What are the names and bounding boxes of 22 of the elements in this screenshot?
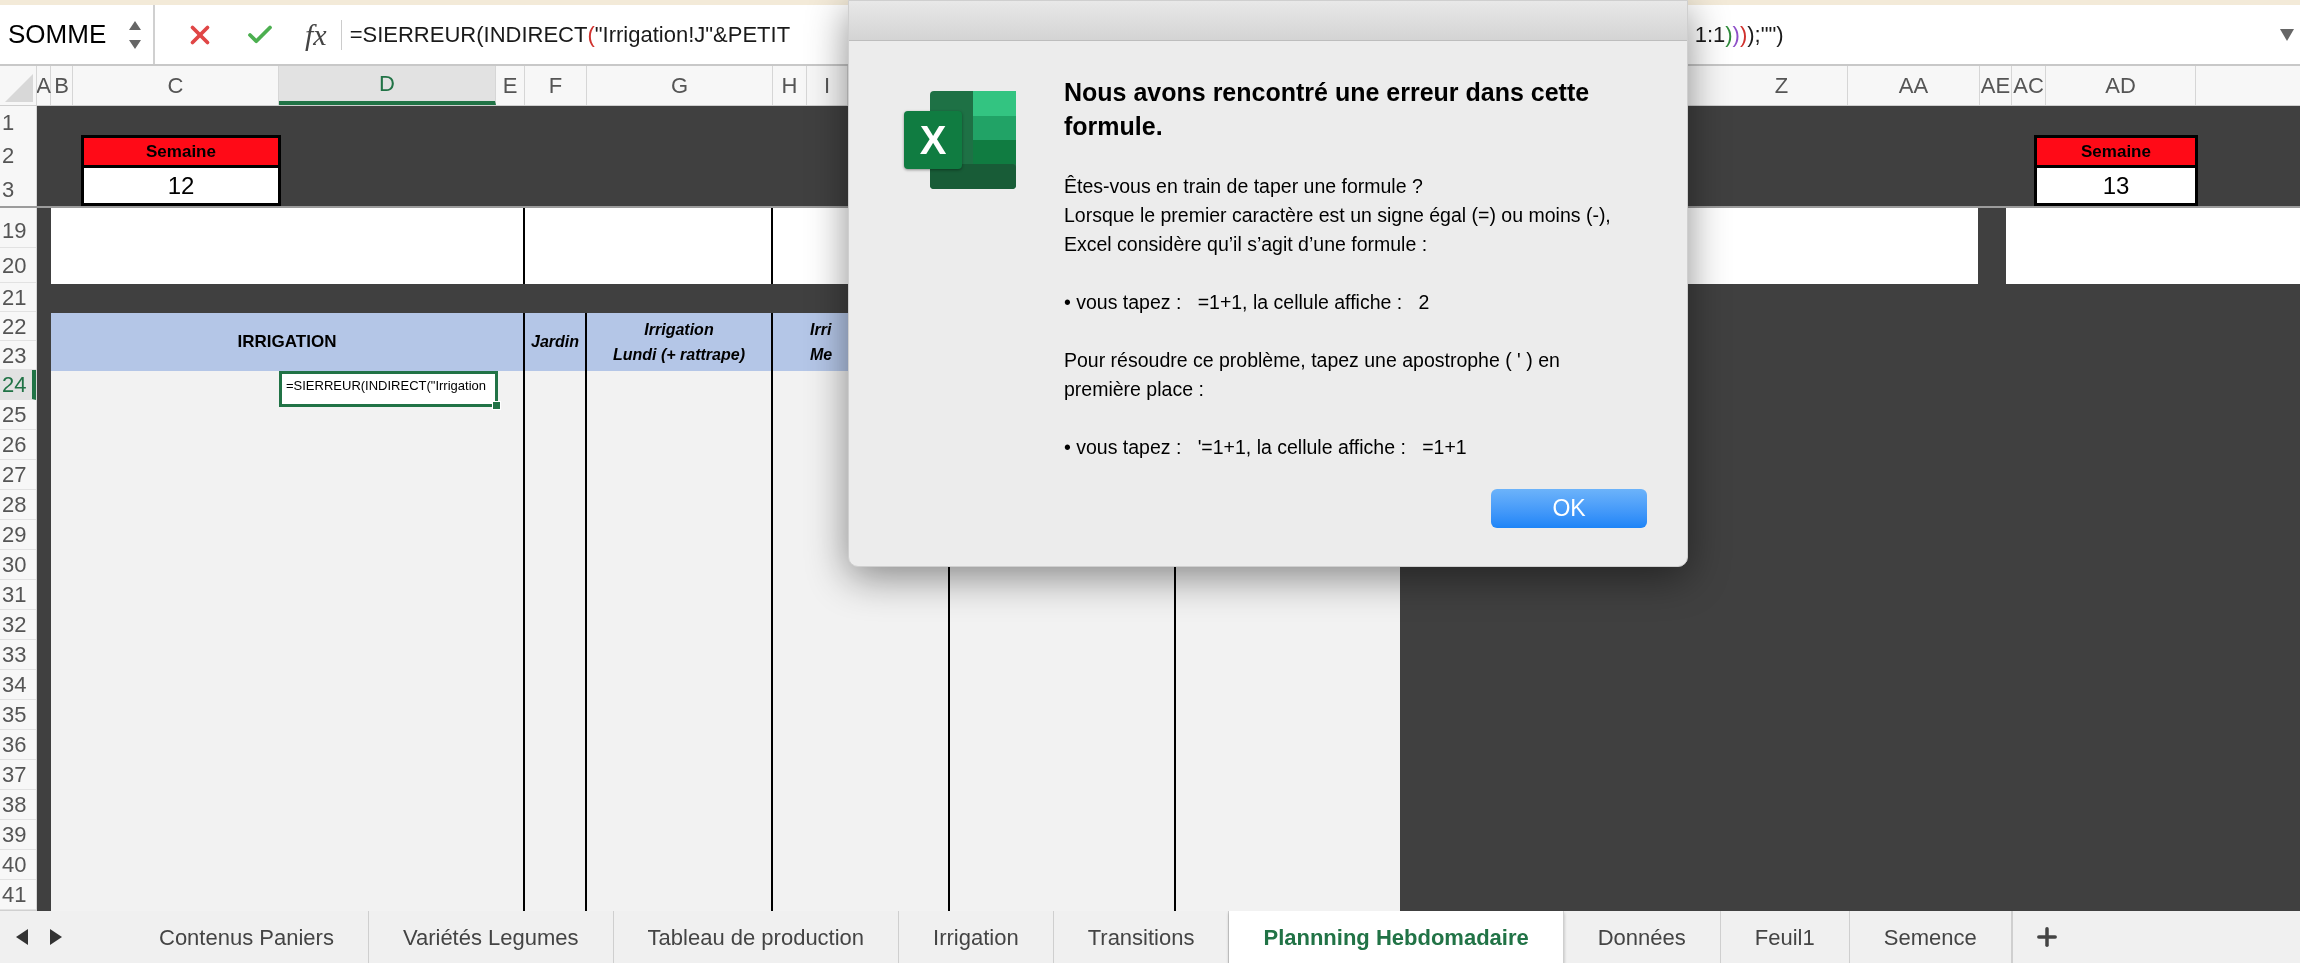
dialog-text: Pour résoudre ce problème, tapez une apostrophe ( ' ) en première place : (1064, 348, 1561, 402)
dialog-text: Êtes-vous en train de taper une formule ? (1064, 174, 1424, 199)
dialog-title: Nous avons rencontré une erreur dans cette formule. (1064, 77, 1591, 142)
column-title: Jardin (531, 332, 579, 352)
dialog-text: • vous tapez : '=1+1, la cellule affiche : =1+1 (1064, 435, 1468, 460)
dialog-text: • vous tapez : =1+1, la cellule affiche : 2 (1064, 290, 1431, 315)
week-label: Semaine (84, 138, 278, 168)
formula-text: ( (587, 21, 595, 49)
formula-text: );"") (1747, 21, 1784, 49)
formula-text: ) (1739, 21, 1748, 49)
formula-text: =SIERREUR(INDIRECT (349, 21, 588, 49)
column-title: IRRIGATION (237, 331, 337, 354)
dialog-text: Lorsque le premier caractère est un signe égal (=) ou moins (-), Excel considère qu’il s’agit d’une formule : (1064, 203, 1612, 257)
formula-text: 1:1 (1694, 21, 1726, 49)
column-title: Irrigation (644, 320, 714, 340)
week-label: Semaine (2037, 138, 2195, 168)
column-title: Me (810, 345, 834, 365)
formula-text: "Irrigation!J"&PETIT (594, 21, 791, 49)
formula-text: ) (1725, 21, 1733, 49)
formula-text: ) (1732, 21, 1740, 49)
column-title: Lundi (+ rattrape) (613, 345, 745, 365)
column-title: Irri (810, 320, 833, 340)
